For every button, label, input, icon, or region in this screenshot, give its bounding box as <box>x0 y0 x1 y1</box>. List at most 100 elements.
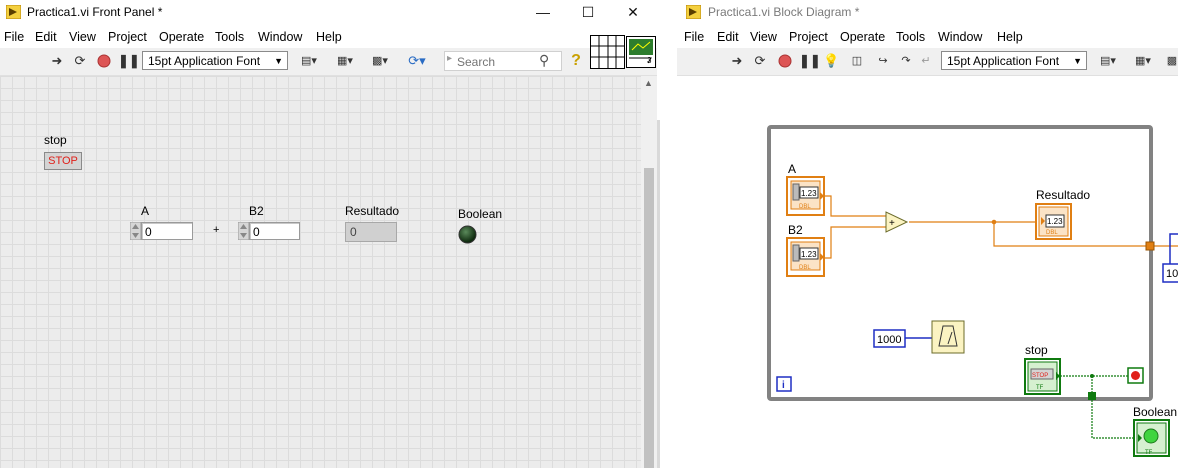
menu-view[interactable]: View <box>750 30 777 44</box>
step-out-icon[interactable]: ↵ <box>918 53 934 69</box>
boolean-label: Boolean <box>458 207 503 221</box>
menu-help[interactable]: Help <box>997 30 1023 44</box>
stop-control-terminal: STOP TF <box>1024 358 1061 395</box>
stop-glyph: STOP <box>1032 373 1048 379</box>
a-dbl-tag: DBL <box>799 204 811 210</box>
menu-project[interactable]: Project <box>789 30 828 44</box>
while-loop-frame <box>767 125 1153 401</box>
search-input[interactable] <box>455 53 539 70</box>
align-objects-icon[interactable]: ▤▾ <box>296 53 322 69</box>
a-value-field[interactable]: 0 <box>141 222 193 240</box>
search-box[interactable]: ▸ ⚲ <box>444 51 562 71</box>
menu-window[interactable]: Window <box>258 30 302 44</box>
wait-ms-icon <box>931 320 965 354</box>
maximize-button[interactable]: ☐ <box>578 3 598 21</box>
run-arrow-icon[interactable]: ➜ <box>730 53 744 69</box>
scroll-up-icon[interactable]: ▲ <box>644 78 653 88</box>
toolbar: ➜ ⟳ ❚❚ 15pt Application Font ▼ ▤▾ ▦▾ ▩▾ … <box>0 35 657 76</box>
menu-tools[interactable]: Tools <box>896 30 925 44</box>
add-symbol: + <box>889 218 895 229</box>
abort-icon[interactable] <box>777 53 793 69</box>
menu-window[interactable]: Window <box>938 30 982 44</box>
pause-icon[interactable]: ❚❚ <box>118 53 140 69</box>
menu-project[interactable]: Project <box>108 30 147 44</box>
b2-dbl-tag: DBL <box>799 265 811 271</box>
stop-label: stop <box>44 133 67 147</box>
abort-icon[interactable] <box>96 53 112 69</box>
distribute-objects-icon[interactable]: ▦▾ <box>332 53 358 69</box>
resultado-dbl-tag: DBL <box>1046 230 1058 236</box>
b2-label: B2 <box>249 204 264 218</box>
menu-view[interactable]: View <box>69 30 96 44</box>
run-continuously-icon[interactable]: ⟳ <box>71 53 89 69</box>
title-bar: Practica1.vi Front Panel * — ☐ ✕ <box>0 0 657 26</box>
connector-pane-icon[interactable] <box>590 35 625 69</box>
resultado-label: Resultado <box>345 204 400 218</box>
resize-objects-icon[interactable]: ▩ <box>1165 53 1178 69</box>
scrollbar-thumb[interactable] <box>644 168 654 468</box>
menu-operate[interactable]: Operate <box>159 30 204 44</box>
search-divider: ▸ <box>447 53 453 64</box>
a-numeric-glyph: 1.23 <box>801 189 817 198</box>
b2-increment-decrement-icon[interactable] <box>238 222 249 240</box>
iteration-glyph: i <box>782 380 785 391</box>
b2-numeric-glyph: 1.23 <box>801 250 817 259</box>
wire-a-to-add <box>824 195 887 217</box>
labview-app-icon <box>686 5 701 19</box>
help-icon[interactable]: ? <box>568 53 584 69</box>
b2-value-field[interactable]: 0 <box>249 222 300 240</box>
stop-terminal-label: stop <box>1025 343 1048 357</box>
block-diagram-canvas: 1.23 DBL 1.23 DBL + 1.23 DBL 1000 i STOP… <box>677 76 1178 468</box>
resize-objects-icon[interactable]: ▩▾ <box>367 53 393 69</box>
retain-wire-values-icon[interactable]: ◫ <box>847 53 867 69</box>
constant-1000-text: 1000 <box>877 334 901 346</box>
step-over-icon[interactable]: ↷ <box>896 53 916 69</box>
step-into-icon[interactable]: ↪ <box>873 53 893 69</box>
menu-tools[interactable]: Tools <box>215 30 244 44</box>
font-selector-text: 15pt Application Font <box>148 54 261 68</box>
menu-edit[interactable]: Edit <box>717 30 739 44</box>
resultado-numeric-glyph: 1.23 <box>1047 217 1063 226</box>
resultado-indicator: 0 <box>345 222 397 242</box>
menu-file[interactable]: File <box>684 30 704 44</box>
close-button[interactable]: ✕ <box>623 3 643 21</box>
font-selector[interactable]: 15pt Application Font ▼ <box>142 51 288 70</box>
wire-stop-to-boolean <box>1091 376 1136 439</box>
menu-file[interactable]: File <box>4 30 24 44</box>
pause-icon[interactable]: ❚❚ <box>799 53 821 69</box>
vi-icon[interactable] <box>626 36 656 68</box>
minimize-button[interactable]: — <box>533 3 553 21</box>
stop-tf-tag: TF <box>1036 385 1044 391</box>
distribute-objects-icon[interactable]: ▦▾ <box>1130 53 1156 69</box>
menu-bar: File Edit View Project Operate Tools Win… <box>0 27 657 48</box>
window-gap <box>657 0 677 468</box>
vertical-scrollbar[interactable]: ▲ <box>641 76 657 468</box>
run-continuously-icon[interactable]: ⟳ <box>751 53 769 69</box>
stop-button[interactable]: STOP <box>44 152 82 170</box>
run-arrow-icon[interactable]: ➜ <box>50 53 64 69</box>
menu-bar: File Edit View Project Operate Tools Win… <box>677 27 1178 48</box>
font-selector[interactable]: 15pt Application Font ▼ <box>941 51 1087 70</box>
chevron-down-icon: ▼ <box>274 56 283 66</box>
boolean-indicator-terminal: TF <box>1133 419 1170 457</box>
menu-operate[interactable]: Operate <box>840 30 885 44</box>
window-title: Practica1.vi Front Panel * <box>27 5 163 19</box>
a-increment-decrement-icon[interactable] <box>130 222 141 240</box>
output-tunnel <box>1145 241 1155 251</box>
menu-help[interactable]: Help <box>316 30 342 44</box>
a-label: A <box>141 204 150 218</box>
numeric-wires <box>824 195 1178 259</box>
partial-int-wire <box>1169 233 1178 267</box>
boolean-output-tunnel <box>1088 392 1096 400</box>
a-control-terminal: 1.23 DBL <box>786 176 825 216</box>
highlight-execution-icon[interactable]: 💡 <box>823 53 839 69</box>
menu-edit[interactable]: Edit <box>35 30 57 44</box>
align-objects-icon[interactable]: ▤▾ <box>1095 53 1121 69</box>
wire-junction <box>991 219 997 225</box>
diagram-drawing: 1.23 DBL 1.23 DBL + 1.23 DBL 1000 i STOP… <box>767 125 1178 457</box>
loop-condition-terminal <box>1127 367 1144 384</box>
boolean-wires <box>1060 375 1136 439</box>
reorder-icon[interactable]: ⟳▾ <box>403 53 431 69</box>
search-icon[interactable]: ⚲ <box>539 52 549 69</box>
b2-numeric-control: 0 <box>238 222 300 240</box>
